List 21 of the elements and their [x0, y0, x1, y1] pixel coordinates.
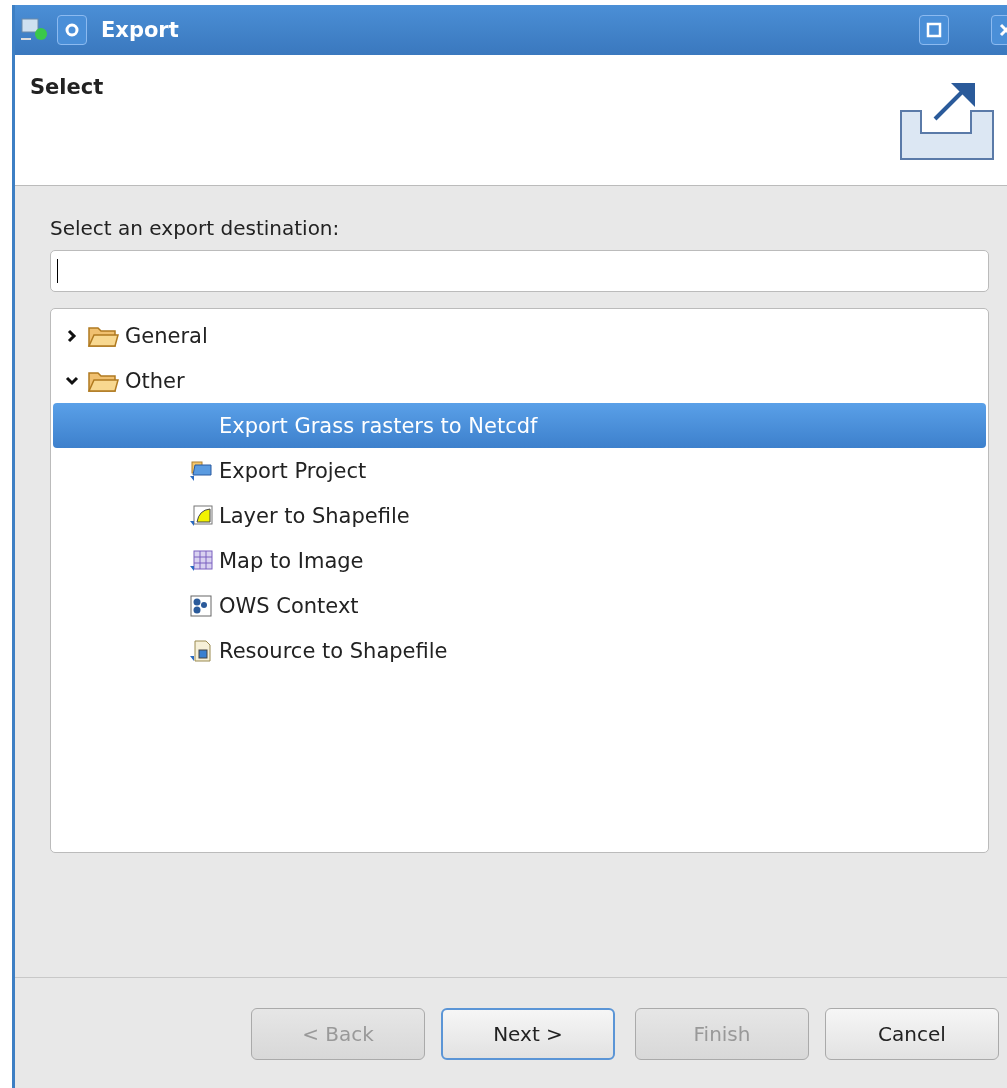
window-title: Export — [101, 18, 180, 42]
tree-item[interactable]: OWS Context — [53, 583, 986, 628]
tree-item[interactable]: Other — [53, 358, 986, 403]
tree-item[interactable]: Map to Image — [53, 538, 986, 583]
field-label: Select an export destination: — [50, 216, 341, 240]
menu-button[interactable] — [57, 15, 87, 45]
maximize-icon — [926, 22, 942, 38]
page-title: Select — [30, 75, 104, 101]
filter-field[interactable] — [50, 250, 989, 292]
wizard-icon — [189, 593, 215, 618]
tree-item[interactable]: Export Project — [53, 448, 986, 493]
next-button[interactable]: Next > — [441, 1008, 615, 1060]
wizard-icon — [189, 503, 215, 528]
maximize-button[interactable] — [919, 15, 949, 45]
circle-icon — [64, 22, 80, 38]
tree-item[interactable]: Layer to Shapefile — [53, 493, 986, 538]
wizard-icon — [189, 458, 215, 483]
wizard-icon — [189, 548, 215, 573]
cancel-button[interactable]: Cancel — [825, 1008, 999, 1060]
tree-item[interactable]: General — [53, 313, 986, 358]
tree-item[interactable]: Resource to Shapefile — [53, 628, 986, 673]
